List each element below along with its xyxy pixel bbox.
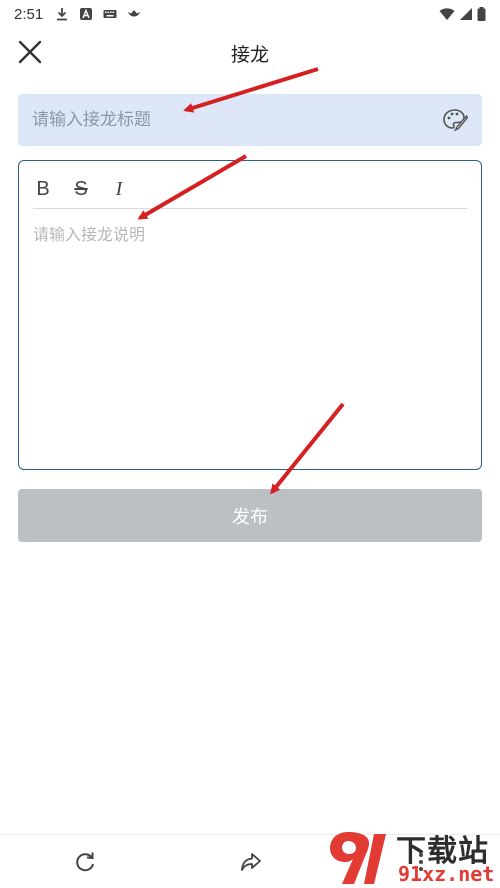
keyboard-icon [103,10,117,18]
refresh-icon[interactable] [72,849,98,875]
title-input[interactable] [32,94,432,146]
palette-icon[interactable] [442,108,468,132]
strikethrough-button[interactable]: S [71,175,91,203]
status-notification-icons [55,7,141,21]
toolbar-divider [33,208,467,209]
status-time: 2:51 [14,5,44,23]
screen: 2:51 接龙 B S [0,0,500,888]
description-editor: B S I [18,160,482,470]
download-icon [57,8,68,21]
header: 接龙 [0,28,500,76]
app-a-icon [80,8,93,20]
share-icon[interactable] [238,849,264,875]
wifi-icon [439,8,455,20]
status-bar: 2:51 [0,0,500,28]
watermark: 下载站 91xz.net [328,826,500,888]
bird-app-icon [128,10,141,17]
watermark-logo-icon [330,832,386,884]
battery-icon [477,7,486,21]
watermark-domain: 91xz.net [398,862,495,886]
publish-button[interactable]: 发布 [18,489,482,542]
signal-icon [460,8,472,20]
bold-button[interactable]: B [33,175,53,203]
format-toolbar: B S I [33,171,129,207]
italic-button[interactable]: I [109,175,129,203]
title-field-container [18,94,482,146]
page-title: 接龙 [230,44,269,66]
status-system-icons [439,7,486,21]
description-input[interactable] [33,221,463,451]
